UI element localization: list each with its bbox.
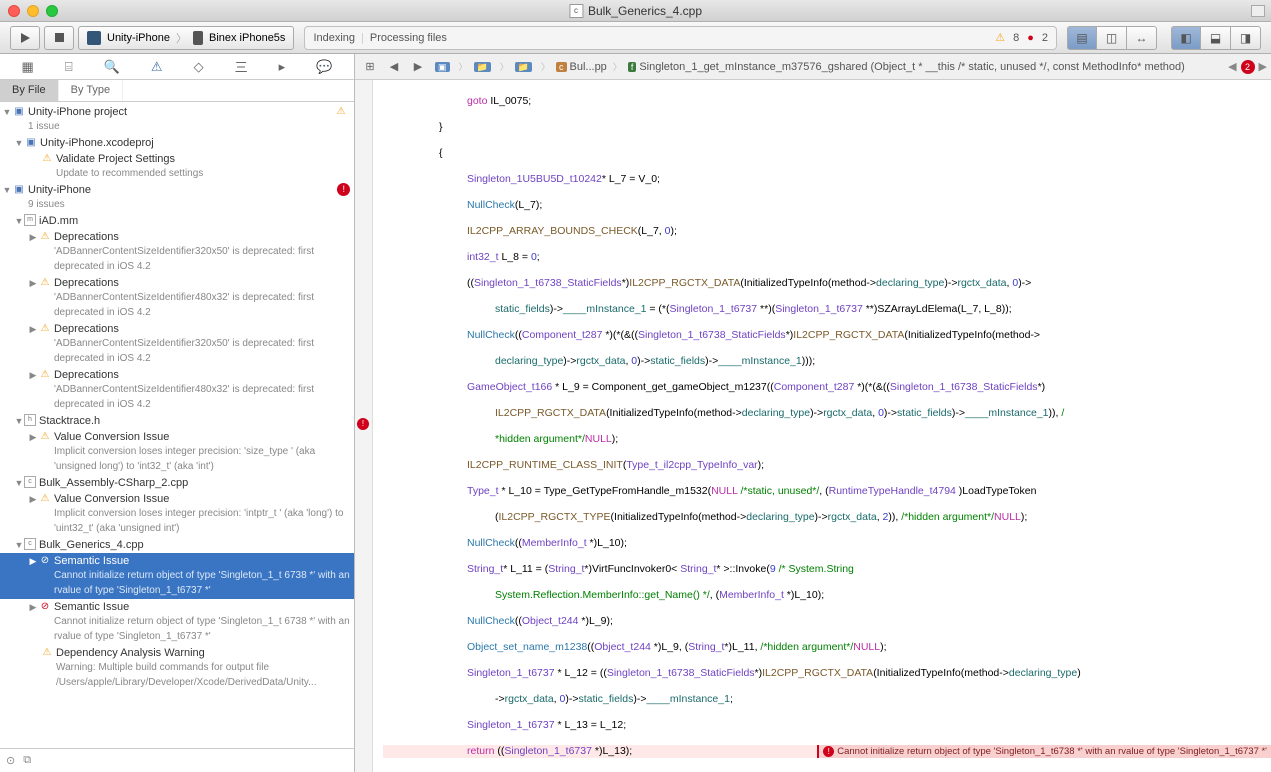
version-editor-button[interactable]: ↔ [1127, 26, 1157, 50]
zoom-window-button[interactable] [46, 5, 58, 17]
symbol-nav-icon[interactable]: ⌸ [65, 59, 73, 75]
app-icon [87, 31, 101, 45]
err-count-badge: ! [337, 183, 350, 196]
panels-group: ◧ ⬓ ◨ [1171, 26, 1261, 50]
close-window-button[interactable] [8, 5, 20, 17]
crumb-file[interactable]: cBul...pp [552, 59, 611, 75]
err-icon: ● [1027, 32, 1034, 44]
iad-dep2[interactable]: ▶⚠ Deprecations'ADBannerContentSizeIdent… [0, 275, 354, 321]
toggle-navigator-button[interactable]: ◧ [1171, 26, 1201, 50]
bulk4-sem2[interactable]: ▶⊘ Semantic IssueCannot initialize retur… [0, 599, 354, 645]
inline-error[interactable]: Cannot initialize return object of type … [817, 745, 1271, 758]
iad-dep4[interactable]: ▶⚠ Deprecations'ADBannerContentSizeIdent… [0, 367, 354, 413]
filter-icon[interactable]: ⧉ [23, 754, 31, 767]
warn-icon: ⚠ [995, 31, 1005, 44]
iad-dep3[interactable]: ▶⚠ Deprecations'ADBannerContentSizeIdent… [0, 321, 354, 367]
crumb-function[interactable]: fSingleton_1_get_mInstance_m37576_gshare… [624, 59, 1189, 75]
editor-mode-group: ▤ ◫ ↔ [1067, 26, 1157, 50]
tab-by-file[interactable]: By File [0, 80, 59, 101]
toolbar: Unity-iPhone 〉 Binex iPhone5s Indexing |… [0, 22, 1271, 54]
jump-bar: ⊞ ◀ ▶ ▣〉 📁〉 📁〉 cBul...pp〉 fSingleton_1_g… [355, 54, 1271, 80]
play-icon [21, 33, 30, 43]
navigator-selector: ▦ ⌸ 🔍 ⚠ ◇ 三 ▸ 💬 [0, 54, 354, 80]
crumb-folder[interactable]: 📁 [470, 59, 498, 75]
stacktrace-vc[interactable]: ▶⚠ Value Conversion IssueImplicit conver… [0, 429, 354, 475]
issue-nav-icon[interactable]: ⚠ [151, 59, 163, 75]
status-err-count[interactable]: 2 [1042, 32, 1048, 44]
xcodeproj-item[interactable]: ▼▣ Unity-iPhone.xcodeproj [0, 135, 354, 151]
scheme-target: Unity-iPhone [107, 32, 170, 44]
project-nav-icon[interactable]: ▦ [22, 59, 34, 75]
find-nav-icon[interactable]: 🔍 [104, 59, 120, 75]
assistant-editor-button[interactable]: ◫ [1097, 26, 1127, 50]
titlebar: c Bulk_Generics_4.cpp [0, 0, 1271, 22]
status-task: Processing files [370, 32, 447, 44]
source-code[interactable]: goto IL_0075; } { Singleton_1U5BU5D_t102… [373, 80, 1271, 772]
clock-icon[interactable]: ⊙ [6, 754, 15, 767]
prev-issue-button[interactable]: ◀ [1228, 60, 1236, 73]
related-items-button[interactable]: ⊞ [359, 57, 381, 77]
issue-count[interactable]: 2 [1241, 60, 1255, 74]
iad-dep1[interactable]: ▶⚠ Deprecations'ADBannerContentSizeIdent… [0, 229, 354, 275]
stop-button[interactable] [44, 26, 74, 50]
issue-tree: ▼▣ Unity-iPhone project1 issue ⚠ ▼▣ Unit… [0, 102, 354, 748]
back-button[interactable]: ◀ [383, 57, 405, 77]
scheme-device: Binex iPhone5s [209, 32, 285, 44]
device-icon [193, 31, 203, 45]
window-title: c Bulk_Generics_4.cpp [569, 4, 702, 18]
gutter: ! [355, 80, 373, 772]
bulk4-sem1[interactable]: ▶⊘ Semantic IssueCannot initialize retur… [0, 553, 354, 599]
status-activity: Indexing [313, 32, 355, 44]
file-stacktrace[interactable]: ▼h Stacktrace.h [0, 413, 354, 429]
bulk4-dep[interactable]: ⚠ Dependency Analysis WarningWarning: Mu… [0, 645, 354, 691]
toggle-utilities-button[interactable]: ◨ [1231, 26, 1261, 50]
code-area: ! goto IL_0075; } { Singleton_1U5BU5D_t1… [355, 80, 1271, 772]
run-button[interactable] [10, 26, 40, 50]
debug-nav-icon[interactable]: 三 [235, 57, 248, 76]
fullscreen-button[interactable] [1251, 5, 1265, 17]
toggle-debug-button[interactable]: ⬓ [1201, 26, 1231, 50]
validate-settings-item[interactable]: ⚠ Validate Project SettingsUpdate to rec… [0, 151, 354, 182]
activity-view: Indexing | Processing files ⚠8 ●2 [304, 26, 1057, 50]
project-header[interactable]: ▼▣ Unity-iPhone project1 issue ⚠ [0, 104, 354, 135]
window-title-text: Bulk_Generics_4.cpp [588, 4, 702, 18]
minimize-window-button[interactable] [27, 5, 39, 17]
window-controls [0, 5, 58, 17]
next-issue-button[interactable]: ▶ [1259, 60, 1267, 73]
file-iad[interactable]: ▼m iAD.mm [0, 213, 354, 229]
crumb-project[interactable]: ▣ [431, 59, 457, 75]
target-header[interactable]: ▼▣ Unity-iPhone9 issues ! [0, 182, 354, 213]
status-warn-count[interactable]: 8 [1013, 32, 1019, 44]
issue-navigator: ▦ ⌸ 🔍 ⚠ ◇ 三 ▸ 💬 By File By Type ▼▣ Unity… [0, 54, 355, 772]
editor: ⊞ ◀ ▶ ▣〉 📁〉 📁〉 cBul...pp〉 fSingleton_1_g… [355, 54, 1271, 772]
scheme-selector[interactable]: Unity-iPhone 〉 Binex iPhone5s [78, 26, 294, 50]
tab-by-type[interactable]: By Type [59, 80, 124, 101]
gutter-error-icon[interactable]: ! [357, 418, 369, 430]
stop-icon [55, 33, 64, 42]
file-bulk2[interactable]: ▼c Bulk_Assembly-CSharp_2.cpp [0, 475, 354, 491]
standard-editor-button[interactable]: ▤ [1067, 26, 1097, 50]
breakpoint-nav-icon[interactable]: ▸ [279, 59, 286, 75]
file-bulk4[interactable]: ▼c Bulk_Generics_4.cpp [0, 537, 354, 553]
report-nav-icon[interactable]: 💬 [316, 59, 332, 75]
cpp-file-icon: c [569, 4, 583, 18]
filter-input[interactable] [39, 755, 348, 767]
test-nav-icon[interactable]: ◇ [194, 59, 204, 75]
bulk2-vc[interactable]: ▶⚠ Value Conversion IssueImplicit conver… [0, 491, 354, 537]
issue-scope-tabs: By File By Type [0, 80, 354, 102]
filter-bar: ⊙ ⧉ [0, 748, 354, 772]
crumb-folder2[interactable]: 📁 [511, 59, 539, 75]
forward-button[interactable]: ▶ [407, 57, 429, 77]
